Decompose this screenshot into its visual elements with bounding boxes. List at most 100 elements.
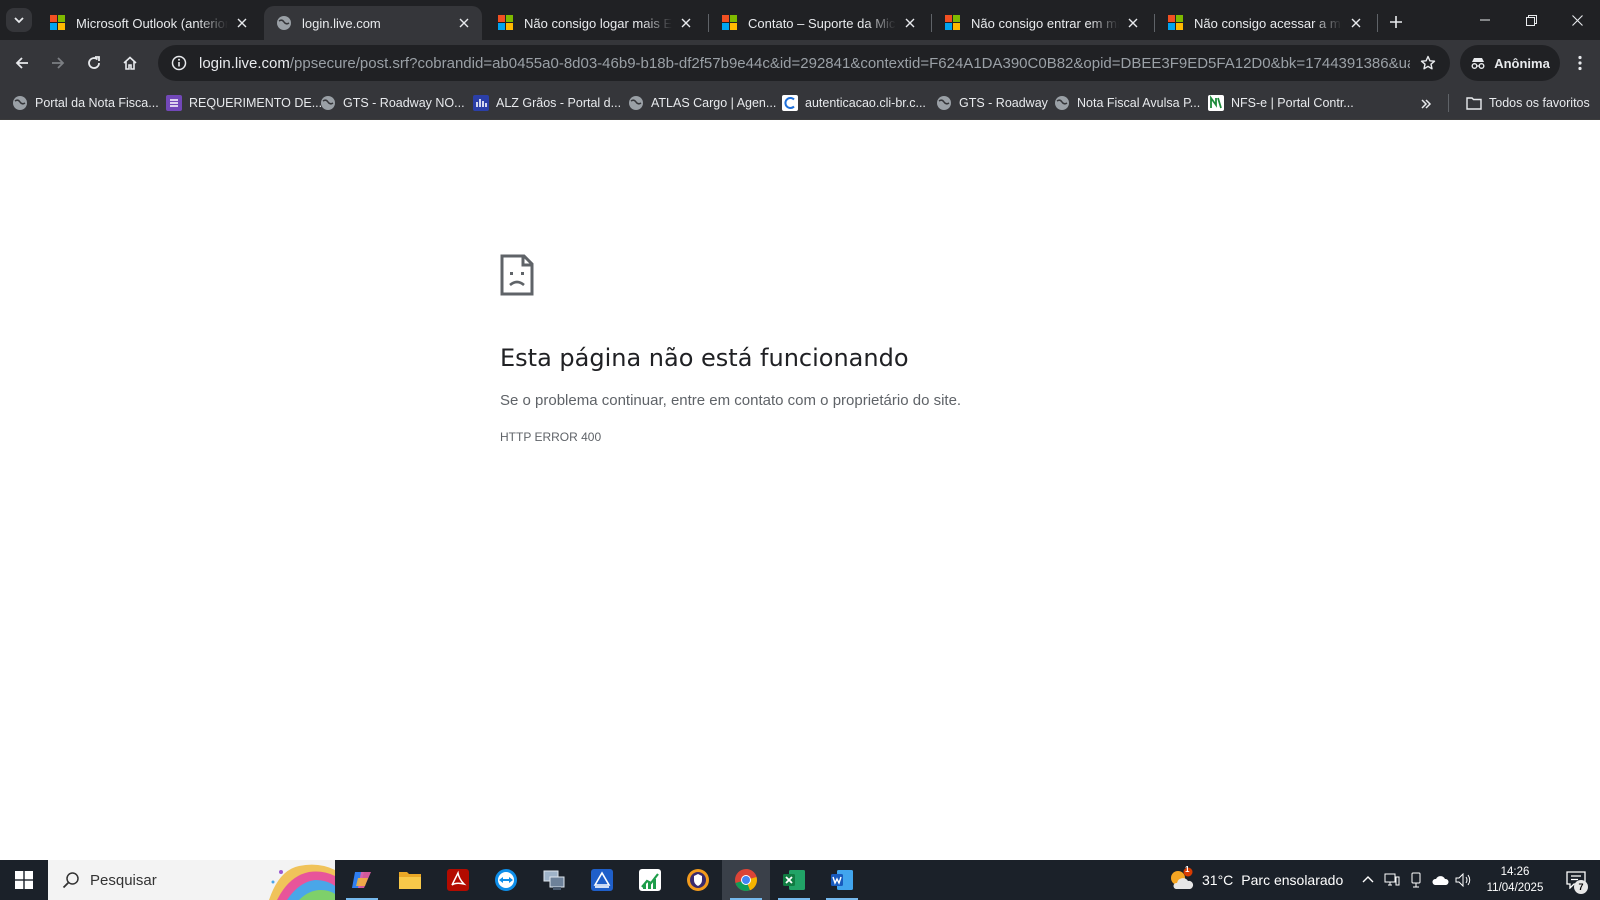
network-app[interactable] xyxy=(530,860,578,900)
excel-app[interactable] xyxy=(770,860,818,900)
notification-center-button[interactable]: 7 xyxy=(1556,860,1596,900)
bookmark-label: autenticacao.cli-br.c... xyxy=(805,96,926,110)
forward-button[interactable] xyxy=(44,49,72,77)
error-title: Esta página não está funcionando xyxy=(500,344,909,372)
vpn-app[interactable] xyxy=(674,860,722,900)
chevron-double-right-icon xyxy=(1421,99,1432,109)
tab-title: login.live.com xyxy=(302,15,381,31)
weather-temperature: 31°C xyxy=(1202,872,1234,888)
cloud-icon xyxy=(1432,876,1449,885)
acrobat-icon xyxy=(447,869,469,891)
close-icon[interactable] xyxy=(234,15,250,31)
bookmark-item[interactable]: GTS - Roadway NO... xyxy=(320,92,465,114)
bookmark-label: GTS - Roadway NO... xyxy=(343,96,465,110)
bookmark-item[interactable]: autenticacao.cli-br.c... xyxy=(782,92,926,114)
all-favorites-label: Todos os favoritos xyxy=(1489,96,1590,110)
network-computer-icon xyxy=(543,870,565,890)
bookmark-label: Nota Fiscal Avulsa P... xyxy=(1077,96,1201,110)
tab-outlook[interactable]: Microsoft Outlook (anteriormente Hotmail… xyxy=(38,6,260,40)
word-icon xyxy=(831,870,853,890)
copilot-icon xyxy=(352,872,371,888)
acrobat-app[interactable] xyxy=(434,860,482,900)
bookmark-item[interactable]: REQUERIMENTO DE... xyxy=(166,92,322,114)
weather-sun-cloud-icon: 1 xyxy=(1168,865,1194,893)
close-icon[interactable] xyxy=(902,15,918,31)
tab-search-button[interactable] xyxy=(6,8,32,32)
tab-title: Não consigo acessar a minha conta xyxy=(1194,15,1342,31)
weather-alert-badge: 1 xyxy=(1185,865,1190,874)
copilot-app[interactable] xyxy=(338,860,386,900)
more-vertical-icon xyxy=(1578,55,1582,71)
tab-separator xyxy=(1154,14,1155,32)
page-content: Esta página não está funcionando Se o pr… xyxy=(0,120,1600,860)
tab-separator xyxy=(1377,14,1378,32)
reload-button[interactable] xyxy=(80,49,108,77)
bars-icon xyxy=(473,95,489,111)
volume-tray-button[interactable] xyxy=(1452,860,1476,900)
back-button[interactable] xyxy=(8,49,36,77)
bookmark-item[interactable]: GTS - Roadway xyxy=(936,92,1048,114)
taskbar-search-box[interactable]: Pesquisar xyxy=(48,860,335,900)
search-icon xyxy=(62,872,79,889)
close-icon[interactable] xyxy=(678,15,694,31)
onedrive-tray-button[interactable] xyxy=(1428,860,1452,900)
chrome-app[interactable] xyxy=(722,860,770,900)
bookmark-label: NFS-e | Portal Contr... xyxy=(1231,96,1354,110)
azure-app[interactable] xyxy=(578,860,626,900)
file-explorer-app[interactable] xyxy=(386,860,434,900)
tab-nao-consigo-acessar[interactable]: Não consigo acessar a minha conta xyxy=(1156,6,1374,40)
list-icon xyxy=(166,95,182,111)
tab-contato-suporte[interactable]: Contato – Suporte da Microsoft xyxy=(710,6,928,40)
bookmark-item[interactable]: NFS-e | Portal Contr... xyxy=(1208,92,1354,114)
microsoft-logo-icon xyxy=(945,15,961,31)
bookmark-item[interactable]: ATLAS Cargo | Agen... xyxy=(628,92,776,114)
globe-icon xyxy=(320,95,336,111)
home-button[interactable] xyxy=(116,49,144,77)
url-host: login.live.com xyxy=(199,54,290,72)
chart-icon xyxy=(639,869,661,891)
globe-icon xyxy=(628,95,644,111)
bookmark-label: REQUERIMENTO DE... xyxy=(189,96,323,110)
tab-nao-consigo-entrar[interactable]: Não consigo entrar em minha conta xyxy=(933,6,1151,40)
chart-app[interactable] xyxy=(626,860,674,900)
all-favorites-button[interactable]: Todos os favoritos xyxy=(1466,92,1590,114)
tab-login-live[interactable]: login.live.com xyxy=(264,6,482,40)
bookmark-item[interactable]: Portal da Nota Fisca... xyxy=(12,92,159,114)
start-button[interactable] xyxy=(0,860,48,900)
site-info-button[interactable] xyxy=(162,45,196,81)
bookmark-item[interactable]: ALZ Grãos - Portal d... xyxy=(473,92,621,114)
azure-icon xyxy=(591,869,613,891)
incognito-button[interactable]: Anônima xyxy=(1460,45,1560,81)
teamviewer-app[interactable] xyxy=(482,860,530,900)
more-bookmarks-button[interactable] xyxy=(1416,94,1436,114)
browser-toolbar: login.live.com/ppsecure/post.srf?cobrand… xyxy=(0,40,1600,86)
url-text[interactable]: login.live.com/ppsecure/post.srf?cobrand… xyxy=(199,55,1410,72)
close-icon[interactable] xyxy=(456,15,472,31)
bookmark-star-button[interactable] xyxy=(1410,45,1446,81)
tab-nao-consigo-logar[interactable]: Não consigo logar mais Esta página xyxy=(486,6,704,40)
bookmarks-separator xyxy=(1448,94,1449,112)
bookmark-item[interactable]: Nota Fiscal Avulsa P... xyxy=(1054,92,1200,114)
tab-separator xyxy=(931,14,932,32)
network-tray-button[interactable] xyxy=(1380,860,1404,900)
word-app[interactable] xyxy=(818,860,866,900)
browser-menu-button[interactable] xyxy=(1566,49,1594,77)
address-bar[interactable]: login.live.com/ppsecure/post.srf?cobrand… xyxy=(158,45,1450,81)
error-code: HTTP ERROR 400 xyxy=(500,430,602,444)
nfse-icon xyxy=(1208,95,1224,111)
close-window-button[interactable] xyxy=(1554,0,1600,40)
minimize-button[interactable] xyxy=(1462,0,1508,40)
close-icon[interactable] xyxy=(1125,15,1141,31)
teamviewer-icon xyxy=(495,869,517,891)
weather-widget[interactable]: 1 31°C Parc ensolarado xyxy=(1168,860,1343,900)
error-message: Se o problema continuar, entre em contat… xyxy=(500,392,962,409)
search-placeholder: Pesquisar xyxy=(90,871,157,889)
show-hidden-icons-button[interactable] xyxy=(1356,860,1380,900)
restore-button[interactable] xyxy=(1508,0,1554,40)
new-tab-button[interactable] xyxy=(1383,9,1409,35)
arrow-right-icon xyxy=(52,57,65,69)
close-icon[interactable] xyxy=(1348,15,1364,31)
taskbar-clock[interactable]: 14:26 11/04/2025 xyxy=(1478,864,1552,896)
device-tray-button[interactable] xyxy=(1404,860,1428,900)
tab-title: Não consigo entrar em minha conta xyxy=(971,15,1119,31)
